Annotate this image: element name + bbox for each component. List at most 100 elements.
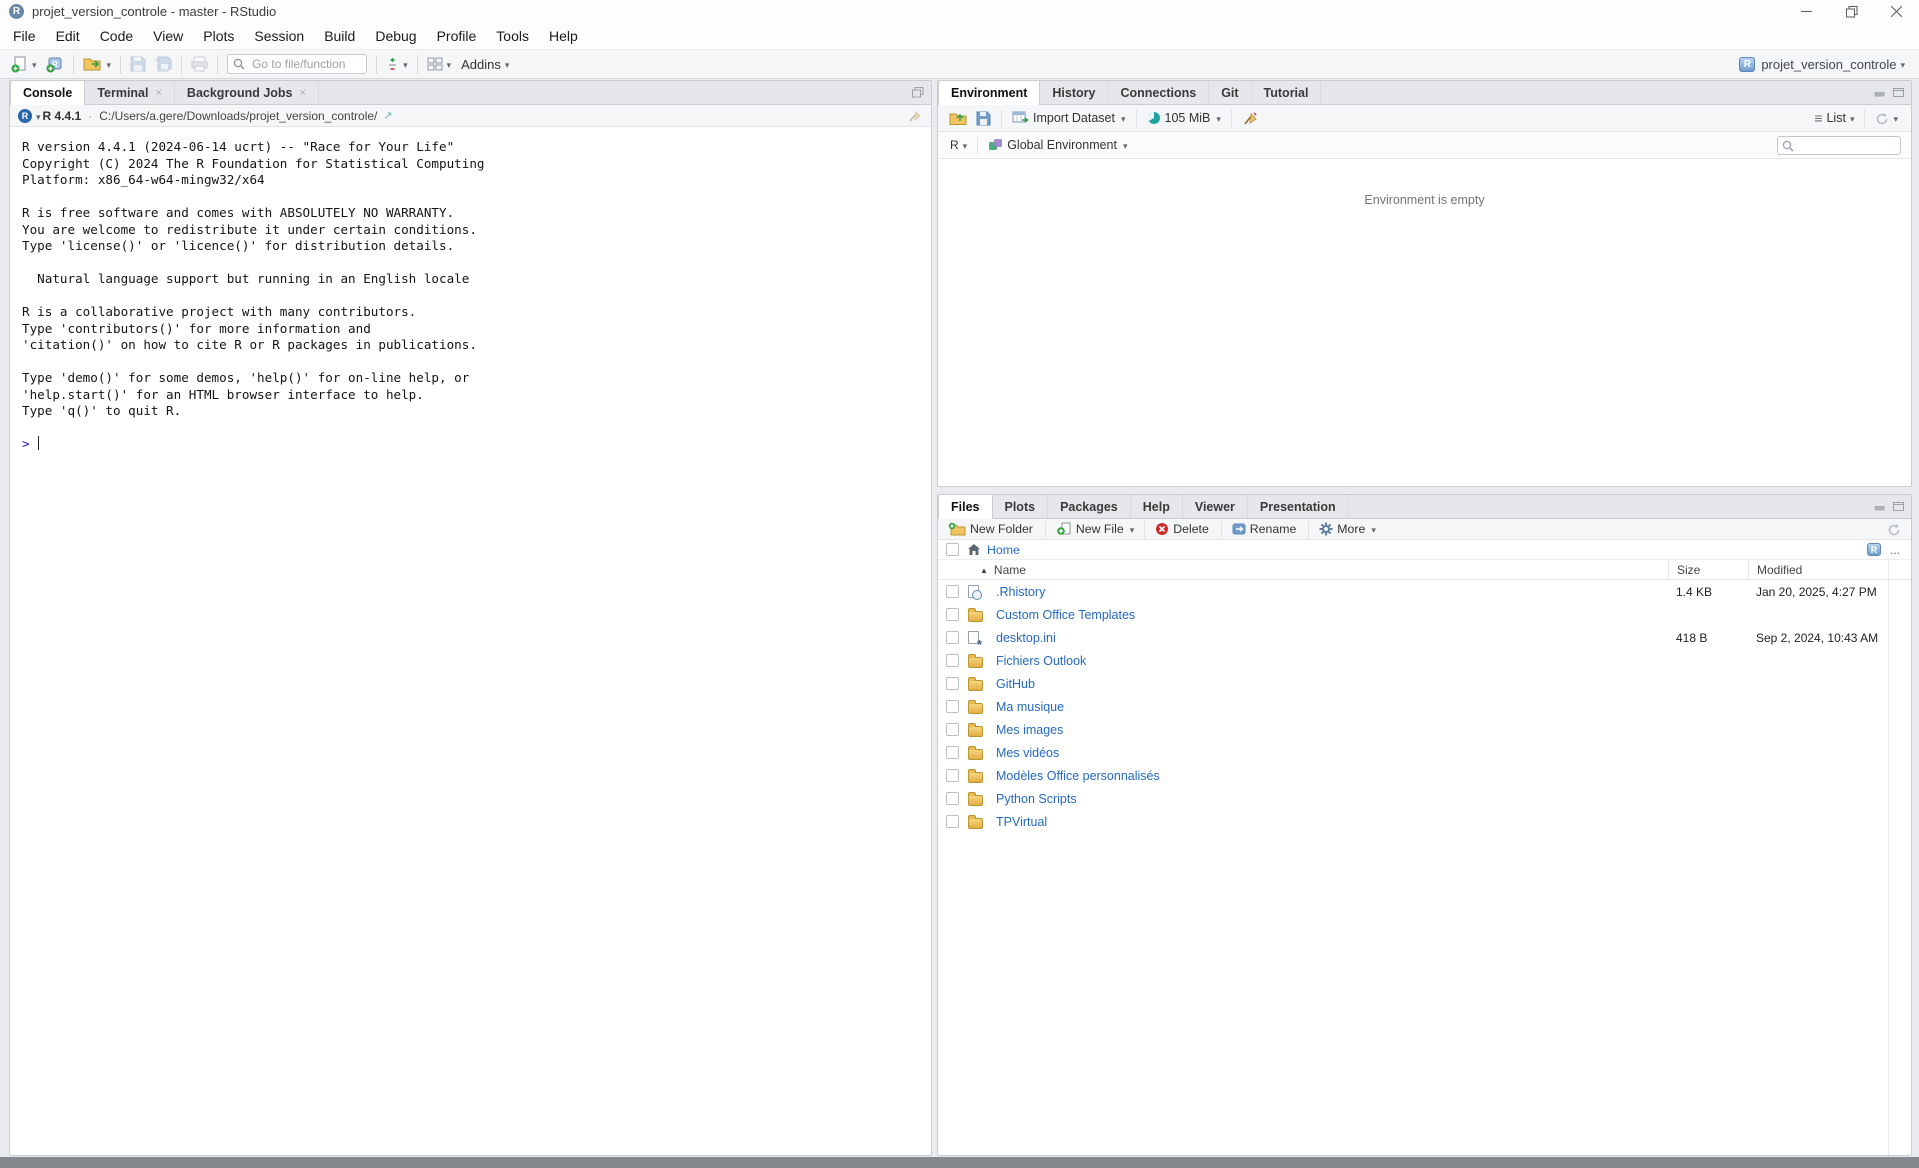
more-file-actions-button[interactable]: More <box>1316 520 1379 538</box>
file-link[interactable]: TPVirtual <box>996 815 1668 829</box>
scrollbar-gutter[interactable] <box>1888 560 1889 1155</box>
select-all-checkbox[interactable] <box>946 543 959 556</box>
clear-environment-icon[interactable] <box>1239 109 1261 128</box>
environment-search-input[interactable] <box>1777 136 1901 155</box>
load-workspace-button[interactable] <box>946 109 971 128</box>
r-version-label[interactable]: R 4.4.1 <box>43 109 82 123</box>
menu-profile[interactable]: Profile <box>427 23 487 49</box>
close-icon[interactable]: × <box>300 87 306 99</box>
menu-help[interactable]: Help <box>539 23 588 49</box>
minimize-button[interactable] <box>1784 0 1829 23</box>
save-all-button[interactable] <box>151 54 175 74</box>
file-link[interactable]: GitHub <box>996 677 1668 691</box>
file-link[interactable]: Fichiers Outlook <box>996 654 1668 668</box>
refresh-files-button[interactable] <box>1884 521 1904 538</box>
tab-git[interactable]: Git <box>1209 81 1251 104</box>
tab-console[interactable]: Console <box>10 81 85 105</box>
menu-plots[interactable]: Plots <box>193 23 244 49</box>
delete-file-button[interactable]: Delete <box>1152 520 1214 538</box>
toolbar-separator <box>181 55 182 74</box>
chevron-down-icon[interactable] <box>36 109 41 123</box>
tab-history[interactable]: History <box>1040 81 1108 104</box>
menu-edit[interactable]: Edit <box>46 23 90 49</box>
row-checkbox[interactable] <box>946 631 959 644</box>
tab-presentation[interactable]: Presentation <box>1248 495 1349 518</box>
global-environment-button[interactable]: Global Environment <box>985 136 1130 154</box>
open-file-button[interactable] <box>80 53 115 75</box>
file-link[interactable]: desktop.ini <box>996 631 1668 645</box>
minimize-pane-icon[interactable] <box>1874 88 1885 97</box>
row-checkbox[interactable] <box>946 677 959 690</box>
file-link[interactable]: Custom Office Templates <box>996 608 1668 622</box>
breadcrumb-home[interactable]: Home <box>987 543 1020 557</box>
language-selector-button[interactable]: R <box>947 136 970 154</box>
minimize-pane-icon[interactable] <box>1874 502 1885 511</box>
tab-environment[interactable]: Environment <box>938 81 1040 105</box>
row-checkbox[interactable] <box>946 585 959 598</box>
console-output-area[interactable]: R version 4.4.1 (2024-06-14 ucrt) -- "Ra… <box>10 127 931 451</box>
close-button[interactable] <box>1874 0 1919 23</box>
file-link[interactable]: Mes vidéos <box>996 746 1668 760</box>
file-link[interactable]: Python Scripts <box>996 792 1668 806</box>
row-checkbox[interactable] <box>946 746 959 759</box>
file-link[interactable]: Mes images <box>996 723 1668 737</box>
row-checkbox[interactable] <box>946 792 959 805</box>
row-checkbox[interactable] <box>946 700 959 713</box>
open-directory-icon[interactable]: ↗ <box>383 109 392 122</box>
addins-button[interactable]: Addins <box>456 53 512 75</box>
rename-file-button[interactable]: Rename <box>1229 520 1301 538</box>
project-menu-button[interactable]: R projet_version_controle <box>1739 55 1913 73</box>
column-header-modified[interactable]: Modified <box>1748 560 1889 580</box>
file-link[interactable]: Ma musique <box>996 700 1668 714</box>
new-project-button[interactable]: R <box>42 54 67 75</box>
menu-build[interactable]: Build <box>314 23 365 49</box>
row-checkbox[interactable] <box>946 723 959 736</box>
version-control-button[interactable] <box>383 53 411 75</box>
tab-connections[interactable]: Connections <box>1108 81 1209 104</box>
column-header-size[interactable]: Size <box>1668 560 1748 580</box>
row-checkbox[interactable] <box>946 769 959 782</box>
menu-debug[interactable]: Debug <box>365 23 426 49</box>
new-folder-button[interactable]: New Folder <box>945 520 1038 538</box>
tab-plots[interactable]: Plots <box>993 495 1049 518</box>
import-dataset-button[interactable]: Import Dataset <box>1009 109 1129 127</box>
environment-tabbar: Environment History Connections Git Tuto… <box>938 81 1911 105</box>
list-view-button[interactable]: ≡ List <box>1811 108 1857 128</box>
restore-button[interactable] <box>1829 0 1874 23</box>
file-link[interactable]: Modèles Office personnalisés <box>996 769 1668 783</box>
panes-layout-button[interactable] <box>424 53 455 75</box>
menu-file[interactable]: File <box>3 23 46 49</box>
tab-help[interactable]: Help <box>1131 495 1183 518</box>
goto-file-input[interactable] <box>227 54 367 74</box>
row-checkbox[interactable] <box>946 608 959 621</box>
new-blank-file-button[interactable]: New File <box>1053 520 1137 538</box>
save-button[interactable] <box>127 54 149 74</box>
menu-session[interactable]: Session <box>244 23 314 49</box>
tab-files[interactable]: Files <box>938 495 993 519</box>
new-file-button[interactable] <box>7 53 40 75</box>
maximize-pane-icon[interactable] <box>912 87 924 98</box>
memory-usage-button[interactable]: 105 MiB <box>1144 109 1224 127</box>
refresh-environment-button[interactable] <box>1872 109 1901 127</box>
go-to-directory-button[interactable]: ... <box>1887 543 1903 557</box>
tab-background-jobs[interactable]: Background Jobs × <box>175 81 319 104</box>
close-icon[interactable]: × <box>155 87 161 99</box>
maximize-pane-icon[interactable] <box>1893 88 1904 97</box>
tab-viewer[interactable]: Viewer <box>1183 495 1248 518</box>
tab-terminal[interactable]: Terminal × <box>85 81 175 104</box>
file-link[interactable]: .Rhistory <box>996 585 1668 599</box>
maximize-pane-icon[interactable] <box>1893 502 1904 511</box>
menu-tools[interactable]: Tools <box>486 23 539 49</box>
column-header-name[interactable]: ▲ Name <box>980 563 1668 577</box>
tab-tutorial[interactable]: Tutorial <box>1252 81 1322 104</box>
save-workspace-button[interactable] <box>973 109 994 128</box>
print-button[interactable] <box>188 54 211 74</box>
console-prompt-line[interactable]: > <box>22 436 919 451</box>
menu-code[interactable]: Code <box>90 23 143 49</box>
row-checkbox[interactable] <box>946 654 959 667</box>
row-checkbox[interactable] <box>946 815 959 828</box>
project-directory-icon[interactable]: R <box>1867 543 1881 556</box>
clear-console-icon[interactable] <box>908 109 923 123</box>
menu-view[interactable]: View <box>143 23 193 49</box>
tab-packages[interactable]: Packages <box>1048 495 1131 518</box>
